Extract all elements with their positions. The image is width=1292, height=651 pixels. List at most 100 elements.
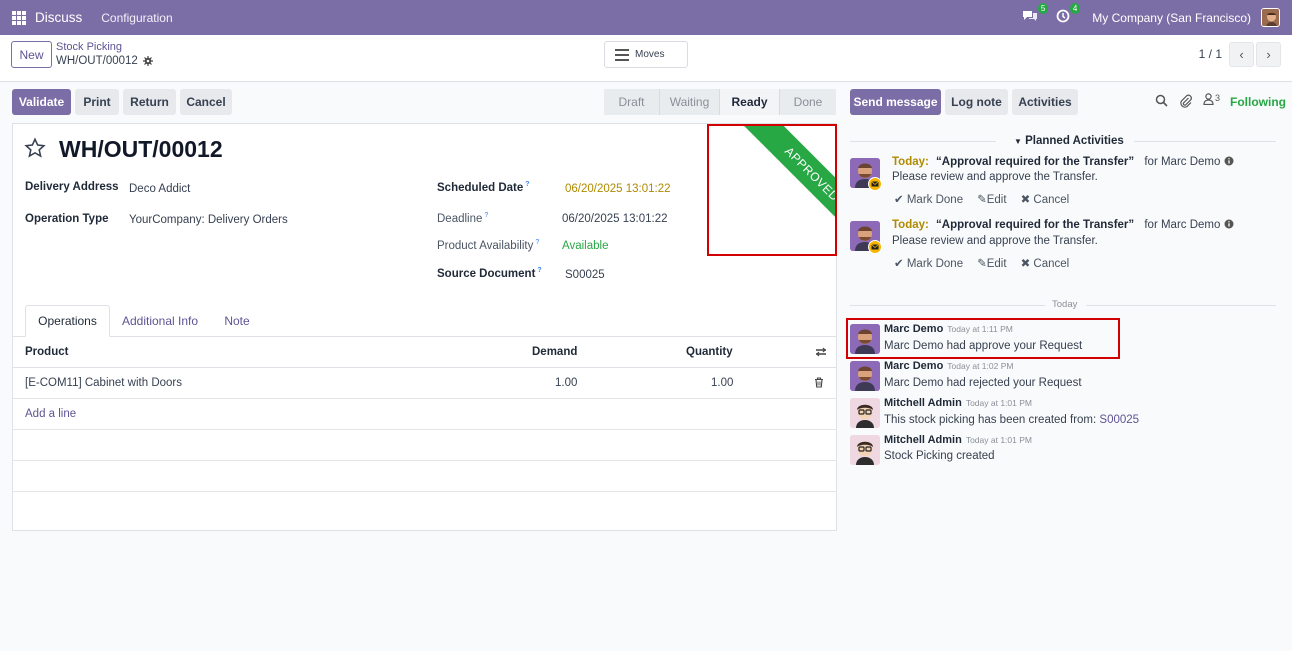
row-demand[interactable]: 1.00 bbox=[555, 377, 577, 389]
help-icon[interactable]: ? bbox=[537, 267, 541, 274]
tab-additional-info[interactable]: Additional Info bbox=[112, 305, 208, 337]
source-document-label: Source Document? bbox=[437, 267, 542, 280]
avatar[interactable] bbox=[850, 435, 880, 465]
edit-label: Edit bbox=[986, 194, 1007, 206]
pager-value[interactable]: 1 / 1 bbox=[1199, 47, 1222, 61]
stage-draft[interactable]: Draft bbox=[604, 89, 660, 115]
company-switcher[interactable]: My Company (San Francisco) bbox=[1092, 11, 1251, 25]
chevron-right-icon: › bbox=[1266, 47, 1271, 62]
messaging-menu[interactable]: 5 bbox=[1022, 3, 1049, 26]
delivery-address-label: Delivery Address bbox=[25, 181, 119, 193]
menu-configuration[interactable]: Configuration bbox=[101, 11, 172, 25]
paperclip-icon[interactable] bbox=[1179, 94, 1193, 108]
avatar[interactable] bbox=[850, 398, 880, 428]
source-label-text: Source Document bbox=[437, 267, 536, 280]
scheduled-date-label-text: Scheduled Date bbox=[437, 181, 524, 194]
chat-bubbles-icon bbox=[1023, 11, 1038, 21]
app-name[interactable]: Discuss bbox=[35, 10, 82, 25]
column-quantity[interactable]: Quantity bbox=[686, 346, 733, 358]
mark-done-button[interactable]: ✔ Mark Done bbox=[894, 256, 963, 270]
tab-note[interactable]: Note bbox=[212, 305, 262, 337]
product-availability-value: Available bbox=[562, 240, 609, 252]
delivery-address-value[interactable]: Deco Addict bbox=[129, 183, 190, 195]
star-icon[interactable] bbox=[24, 137, 46, 159]
search-icon[interactable] bbox=[1155, 94, 1168, 107]
divider bbox=[1134, 141, 1276, 142]
row-quantity[interactable]: 1.00 bbox=[711, 377, 733, 389]
log-note-button[interactable]: Log note bbox=[945, 89, 1008, 115]
activities-button[interactable]: Activities bbox=[1012, 89, 1078, 115]
apps-grid-icon[interactable] bbox=[12, 10, 26, 25]
new-button[interactable]: New bbox=[11, 41, 52, 68]
stage-ready[interactable]: Ready bbox=[720, 89, 780, 115]
avatar[interactable] bbox=[850, 361, 880, 391]
followers-button[interactable]: 3 bbox=[1203, 93, 1220, 105]
message-author[interactable]: Mitchell Admin Today at 1:01 PM bbox=[884, 434, 1032, 446]
activity-note: Please review and approve the Transfer. bbox=[892, 235, 1098, 247]
table-row[interactable]: [E-COM11] Cabinet with Doors 1.00 1.00 bbox=[12, 368, 837, 399]
cancel-button[interactable]: Cancel bbox=[180, 89, 232, 115]
following-button[interactable]: Following bbox=[1230, 95, 1286, 109]
moves-smart-button[interactable]: Moves bbox=[604, 41, 688, 68]
message-highlight-box bbox=[846, 318, 1120, 359]
control-panel: New Stock Picking WH/OUT/00012 Moves 1 /… bbox=[0, 35, 1292, 82]
followers-count: 3 bbox=[1215, 93, 1221, 103]
activity-actions: ✔ Mark Done ✎Edit ✖ Cancel bbox=[894, 192, 1069, 206]
stage-waiting[interactable]: Waiting bbox=[660, 89, 720, 115]
deadline-label: Deadline? bbox=[437, 212, 488, 225]
empty-row bbox=[12, 430, 837, 461]
activity-summary: “Approval required for the Transfer” bbox=[936, 156, 1135, 168]
info-icon[interactable] bbox=[1224, 219, 1234, 229]
pencil-icon: ✎ bbox=[977, 194, 987, 206]
moves-label: Moves bbox=[635, 49, 665, 60]
edit-button[interactable]: ✎Edit bbox=[977, 256, 1006, 270]
author-name: Mitchell Admin bbox=[884, 434, 962, 446]
scheduled-date-value[interactable]: 06/20/2025 13:01:22 bbox=[565, 183, 671, 195]
activity-header: Today: “Approval required for the Transf… bbox=[892, 156, 1234, 168]
add-line-link[interactable]: Add a line bbox=[25, 408, 76, 420]
row-product[interactable]: [E-COM11] Cabinet with Doors bbox=[25, 377, 182, 389]
info-icon[interactable] bbox=[1224, 156, 1234, 166]
pager-next-button[interactable]: › bbox=[1256, 42, 1281, 67]
column-demand[interactable]: Demand bbox=[532, 346, 577, 358]
cancel-activity-button[interactable]: ✖ Cancel bbox=[1021, 192, 1070, 206]
message-author[interactable]: Marc Demo Today at 1:02 PM bbox=[884, 360, 1013, 372]
help-icon[interactable]: ? bbox=[484, 212, 488, 219]
print-button[interactable]: Print bbox=[75, 89, 119, 115]
email-activity-icon bbox=[868, 177, 882, 191]
source-document-link[interactable]: S00025 bbox=[1099, 414, 1139, 426]
trash-icon[interactable] bbox=[814, 377, 824, 388]
activity-note: Please review and approve the Transfer. bbox=[892, 171, 1098, 183]
gear-icon[interactable] bbox=[142, 56, 153, 66]
tab-operations[interactable]: Operations bbox=[25, 305, 110, 337]
activity-menu[interactable]: 4 bbox=[1056, 3, 1081, 26]
author-name: Mitchell Admin bbox=[884, 397, 962, 409]
mark-done-label: Mark Done bbox=[906, 258, 964, 270]
send-message-button[interactable]: Send message bbox=[850, 89, 941, 115]
help-icon[interactable]: ? bbox=[535, 239, 539, 246]
edit-button[interactable]: ✎Edit bbox=[977, 192, 1006, 206]
stage-done[interactable]: Done bbox=[780, 89, 836, 115]
validate-button[interactable]: Validate bbox=[12, 89, 71, 115]
mitchell-admin-avatar-icon bbox=[850, 435, 880, 465]
product-availability-label: Product Availability? bbox=[437, 239, 539, 252]
return-button[interactable]: Return bbox=[123, 89, 176, 115]
user-avatar[interactable] bbox=[1261, 8, 1280, 27]
mark-done-button[interactable]: ✔ Mark Done bbox=[894, 192, 963, 206]
pager-previous-button[interactable]: ‹ bbox=[1229, 42, 1254, 67]
cancel-activity-button[interactable]: ✖ Cancel bbox=[1021, 256, 1070, 270]
activity-assignee: for Marc Demo bbox=[1144, 219, 1221, 231]
breadcrumb-parent[interactable]: Stock Picking bbox=[56, 41, 122, 53]
message-author[interactable]: Mitchell Admin Today at 1:01 PM bbox=[884, 397, 1032, 409]
planned-activities-toggle[interactable]: ▼ Planned Activities bbox=[1014, 135, 1124, 147]
scheduled-date-label: Scheduled Date? bbox=[437, 181, 530, 194]
user-face-icon bbox=[1262, 9, 1279, 26]
column-product[interactable]: Product bbox=[25, 346, 68, 358]
list-icon bbox=[615, 48, 629, 61]
record-title: WH/OUT/00012 bbox=[59, 136, 223, 162]
activity-summary: “Approval required for the Transfer” bbox=[936, 219, 1135, 231]
operation-type-value[interactable]: YourCompany: Delivery Orders bbox=[129, 214, 288, 226]
source-document-value[interactable]: S00025 bbox=[565, 269, 605, 281]
help-icon[interactable]: ? bbox=[525, 181, 529, 188]
optional-columns-icon[interactable] bbox=[815, 347, 827, 357]
